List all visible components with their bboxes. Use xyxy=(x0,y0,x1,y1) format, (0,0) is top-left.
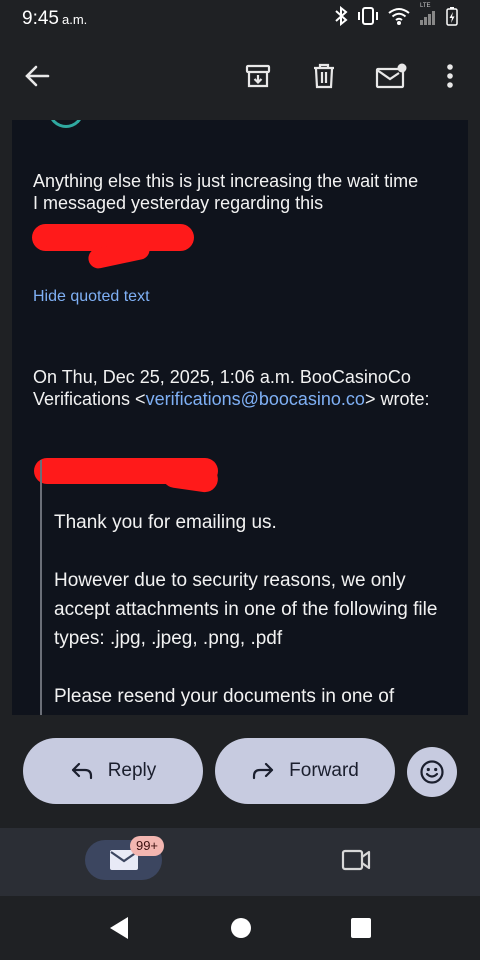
mark-unread-button[interactable] xyxy=(369,54,413,98)
hide-quoted-text-link[interactable]: Hide quoted text xyxy=(33,288,150,306)
battery-charging-icon xyxy=(446,7,458,26)
home-circle-icon xyxy=(231,918,251,938)
archive-icon xyxy=(245,64,271,88)
status-time: 9:45 a.m. xyxy=(22,8,87,30)
vibrate-icon xyxy=(358,7,378,25)
more-options-button[interactable] xyxy=(428,54,472,98)
mark-unread-icon xyxy=(375,63,407,89)
attribution-suffix: > wrote: xyxy=(364,389,430,409)
sender-avatar[interactable] xyxy=(48,120,84,128)
status-icons: LTE xyxy=(334,3,458,26)
forward-button[interactable]: Forward xyxy=(215,738,395,804)
back-button[interactable] xyxy=(15,54,59,98)
forward-icon xyxy=(253,762,274,780)
clock-text: 9:45 xyxy=(22,8,59,29)
signal-icon: LTE xyxy=(419,3,437,26)
more-vert-icon xyxy=(447,64,453,88)
back-triangle-icon xyxy=(110,917,128,939)
emoji-reaction-icon xyxy=(420,760,444,784)
reply-line-2: I messaged yesterday regarding this xyxy=(33,193,324,213)
quoted-paragraph-2: However due to security reasons, we only… xyxy=(54,570,438,649)
recents-square-icon xyxy=(351,918,371,938)
unread-count-badge: 99+ xyxy=(130,836,164,856)
system-home-button[interactable] xyxy=(230,917,252,944)
reply-message: Anything else this is just increasing th… xyxy=(33,170,453,214)
forward-label: Forward xyxy=(289,760,359,781)
system-navigation-bar xyxy=(0,896,480,960)
quote-attribution: On Thu, Dec 25, 2025, 1:06 a.m. BooCasin… xyxy=(33,366,443,410)
delete-icon xyxy=(314,63,334,89)
reply-icon xyxy=(71,762,92,780)
emoji-reaction-button[interactable] xyxy=(407,747,457,797)
delete-button[interactable] xyxy=(302,54,346,98)
status-bar: 9:45 a.m. LTE xyxy=(0,0,480,40)
email-toolbar xyxy=(0,40,480,120)
nav-meet[interactable] xyxy=(341,848,371,877)
video-call-icon xyxy=(341,849,371,871)
email-body[interactable]: Anything else this is just increasing th… xyxy=(12,120,468,715)
reply-label: Reply xyxy=(107,760,157,781)
quoted-paragraph-3: Please resend your documents in one of xyxy=(54,686,395,707)
bluetooth-icon xyxy=(335,6,348,26)
quoted-paragraph-1: Thank you for emailing us. xyxy=(54,512,277,533)
reply-line-1: Anything else this is just increasing th… xyxy=(33,171,419,191)
quote-indicator xyxy=(40,460,42,715)
clock-ampm: a.m. xyxy=(61,12,88,27)
arrow-left-icon xyxy=(25,65,50,87)
reply-button[interactable]: Reply xyxy=(23,738,203,804)
archive-button[interactable] xyxy=(236,54,280,98)
system-recents-button[interactable] xyxy=(350,917,372,944)
bottom-navigation: 99+ xyxy=(0,828,480,896)
sender-email-link[interactable]: verifications@boocasino.co xyxy=(146,389,365,409)
wifi-icon xyxy=(388,8,410,25)
system-back-button[interactable] xyxy=(108,916,130,945)
